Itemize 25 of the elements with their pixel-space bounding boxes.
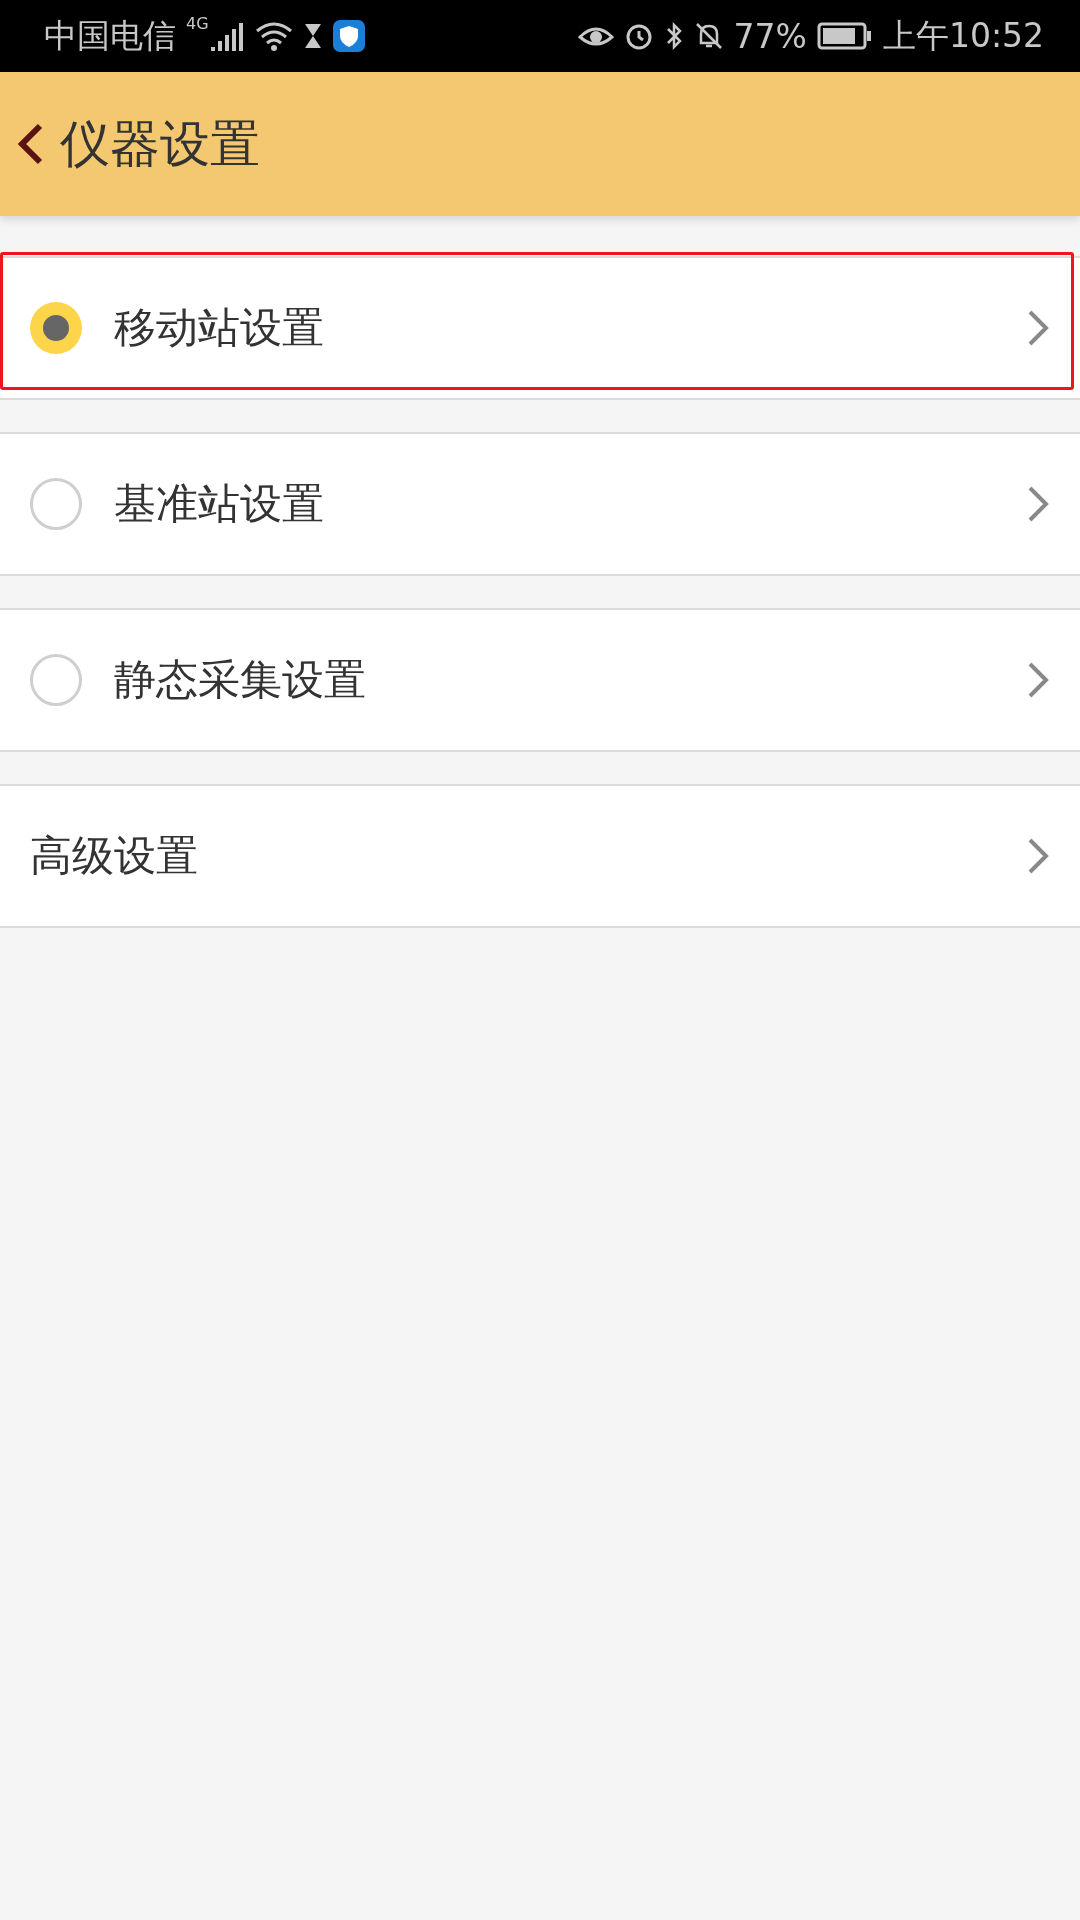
radio-button[interactable]	[30, 478, 82, 530]
radio-button[interactable]	[30, 654, 82, 706]
bell-muted-icon	[693, 21, 724, 51]
page-title: 仪器设置	[60, 113, 260, 175]
row-label: 高级设置	[30, 830, 199, 882]
settings-row[interactable]: 基准站设置	[0, 432, 1080, 576]
radio-button[interactable]	[30, 302, 82, 354]
battery-icon	[816, 22, 873, 50]
row-label: 静态采集设置	[114, 654, 367, 706]
chevron-right-icon	[1026, 308, 1050, 348]
carrier-name: 中国电信	[44, 14, 176, 57]
battery-percent: 77%	[733, 16, 807, 56]
clock-time: 上午10:52	[882, 14, 1044, 57]
row-label: 移动站设置	[114, 302, 325, 354]
chevron-right-icon	[1026, 836, 1050, 876]
signal-icon	[210, 21, 245, 51]
wifi-icon	[254, 21, 293, 51]
chevron-right-icon	[1026, 484, 1050, 524]
hourglass-icon	[302, 22, 323, 50]
chevron-right-icon	[1026, 660, 1050, 700]
shield-app-icon	[332, 20, 365, 52]
row-label: 基准站设置	[114, 478, 325, 530]
settings-row[interactable]: 高级设置	[0, 784, 1080, 928]
network-type: 4G	[186, 14, 209, 33]
settings-row[interactable]: 静态采集设置	[0, 608, 1080, 752]
